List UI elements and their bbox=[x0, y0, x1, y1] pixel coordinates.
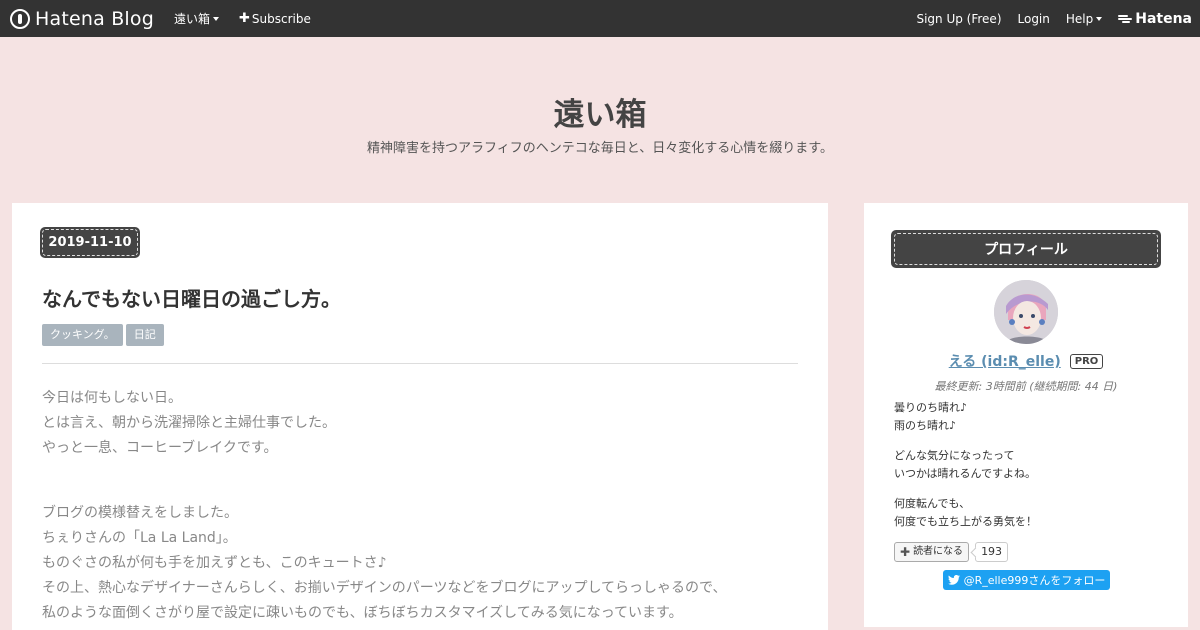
blog-menu-dropdown[interactable]: 遠い箱 bbox=[174, 10, 220, 27]
entry-date: 2019-11-10 bbox=[42, 229, 138, 256]
signup-link[interactable]: Sign Up (Free) bbox=[916, 12, 1001, 26]
twitter-follow-button[interactable]: @R_elle999さんをフォロー bbox=[943, 570, 1110, 590]
last-update: 最終更新: 3時間前 (継続期間: 44 日) bbox=[934, 380, 1118, 393]
entry-line: とは言え、朝から洗濯掃除と主婦仕事でした。 bbox=[42, 415, 336, 431]
entry-paragraph: ブログの模様替えをしました。 ちぇりさんの「La La Land」。 ものぐさの… bbox=[42, 501, 798, 626]
profile-about: 曇りのち晴れ♪ 雨のち晴れ♪ どんな気分になったって いつかは晴れるんですよね。… bbox=[894, 399, 1164, 531]
about-line: 曇りのち晴れ♪ bbox=[894, 401, 968, 414]
help-dropdown[interactable]: Help bbox=[1065, 11, 1103, 26]
blog-description: 精神障害を持つアラフィフのヘンテコな毎日と、日々変化する心情を綴ります。 bbox=[367, 141, 833, 156]
hatena-glyph-icon bbox=[1118, 14, 1133, 24]
subscribe-button[interactable]: ✚ 読者になる bbox=[894, 542, 970, 562]
about-line: 雨のち晴れ♪ bbox=[894, 419, 957, 432]
sidebar-heading: プロフィール bbox=[891, 230, 1161, 268]
subscribe-button-label: 読者になる bbox=[913, 546, 964, 557]
about-line: 何度でも立ち上がる勇気を！ bbox=[894, 515, 1037, 528]
entry-line: ちぇりさんの「La La Land」。 bbox=[42, 530, 237, 546]
entry-body: 今日は何もしない日。 とは言え、朝から洗濯掃除と主婦仕事でした。 やっと一息、コ… bbox=[42, 386, 798, 630]
category-diary[interactable]: 日記 bbox=[125, 324, 164, 346]
twitter-follow-label: @R_elle999さんをフォロー bbox=[963, 574, 1106, 587]
entry-title[interactable]: なんでもない日曜日の過ごし方。 bbox=[42, 283, 341, 312]
global-header-right: Sign Up (Free) Login Help Hatena bbox=[900, 0, 1192, 37]
hatena-logo[interactable]: Hatena bbox=[1118, 11, 1192, 27]
avatar-illustration bbox=[994, 280, 1058, 344]
about-line: どんな気分になったって bbox=[894, 449, 1015, 462]
avatar[interactable] bbox=[994, 280, 1058, 344]
entry-line: 今日は何もしない日。 bbox=[42, 390, 182, 406]
entry-line: ブログの模様替えをしました。 bbox=[42, 505, 238, 521]
pro-badge[interactable]: PRO bbox=[1069, 353, 1104, 369]
subscribe-label: Subscribe bbox=[251, 11, 311, 26]
entry-divider bbox=[42, 363, 798, 364]
global-header: Hatena Blog 遠い箱 ✚ Subscribe Sign Up (Fre… bbox=[0, 0, 1200, 37]
caret-down-icon bbox=[213, 16, 220, 21]
entry-line: ものぐさの私が何も手を加えずとも、このキュートさ♪ bbox=[42, 555, 387, 571]
brand-label: Hatena Blog bbox=[35, 7, 154, 30]
blog-header: 遠い箱 精神障害を持つアラフィフのヘンテコな毎日と、日々変化する心情を綴ります。 bbox=[0, 37, 1200, 203]
sidebar-heading-label: プロフィール bbox=[894, 233, 1158, 265]
hatena-label: Hatena bbox=[1135, 10, 1192, 27]
entry-line: 私のような面倒くさがり屋で設定に疎いものでも、ぼちぼちカスタマイズしてみる気にな… bbox=[42, 605, 683, 621]
plus-icon: ✚ bbox=[239, 11, 250, 26]
plus-icon: ✚ bbox=[900, 545, 911, 559]
blog-title[interactable]: 遠い箱 bbox=[0, 89, 1200, 134]
subscribe-row: ✚ 読者になる 193 bbox=[894, 542, 1009, 562]
entry-date-badge[interactable]: 2019-11-10 bbox=[40, 227, 140, 258]
entry-article: 2019-11-10 なんでもない日曜日の過ごし方。 クッキング。 日記 今日は… bbox=[12, 203, 828, 630]
entry-categories: クッキング。 日記 bbox=[42, 324, 167, 346]
hatena-blog-logo[interactable]: Hatena Blog bbox=[10, 8, 154, 30]
help-label: Help bbox=[1065, 11, 1094, 26]
entry-line: その上、熱心なデザイナーさんらしく、お揃いデザインのパーツなどをブログにアップし… bbox=[42, 580, 727, 596]
blog-menu-label: 遠い箱 bbox=[174, 12, 211, 26]
category-cooking[interactable]: クッキング。 bbox=[42, 324, 123, 346]
entry-line: やっと一息、コーヒーブレイクです。 bbox=[42, 440, 278, 456]
hatena-blog-icon bbox=[10, 8, 30, 29]
about-line: いつかは晴れるんですよね。 bbox=[894, 467, 1037, 480]
sidebar-profile-module: プロフィール える (id:R_elle) PRO 最終更新: 3時間前 (継続… bbox=[864, 203, 1188, 627]
profile-name-link[interactable]: える (id:R_elle) bbox=[949, 351, 1061, 371]
twitter-bird-icon bbox=[947, 575, 960, 585]
subscribe-link[interactable]: ✚ Subscribe bbox=[239, 11, 311, 26]
profile-name-row: える (id:R_elle) PRO bbox=[864, 351, 1188, 371]
caret-down-icon bbox=[1096, 16, 1103, 21]
global-header-left: Hatena Blog 遠い箱 ✚ Subscribe bbox=[10, 0, 311, 37]
login-link[interactable]: Login bbox=[1018, 12, 1050, 26]
entry-paragraph: 今日は何もしない日。 とは言え、朝から洗濯掃除と主婦仕事でした。 やっと一息、コ… bbox=[42, 386, 798, 461]
subscriber-count[interactable]: 193 bbox=[975, 542, 1009, 562]
about-line: 何度転んでも、 bbox=[894, 497, 971, 510]
